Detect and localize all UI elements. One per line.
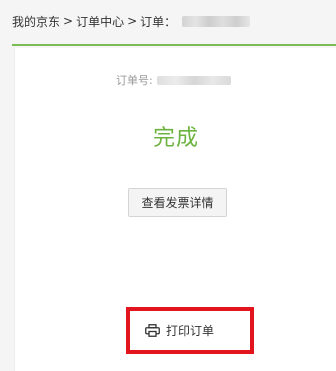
breadcrumb-separator: > — [127, 14, 138, 28]
breadcrumb-current-order-label: 订单： — [140, 14, 177, 29]
redacted-order-id — [182, 15, 251, 27]
breadcrumb-my-jd-link[interactable]: 我的京东 — [12, 13, 60, 30]
order-status-text: 完成 — [152, 126, 199, 151]
breadcrumb: 我的京东 > 订单中心 > 订单： — [12, 11, 251, 31]
header-divider — [12, 44, 336, 46]
printer-icon — [145, 324, 160, 337]
breadcrumb-separator: > — [63, 14, 74, 28]
redacted-order-number — [156, 75, 231, 85]
print-order-highlight-box: 打印订单 — [126, 307, 254, 354]
view-invoice-button[interactable]: 查看发票详情 — [128, 188, 227, 217]
order-number-row: 订单号: — [116, 72, 231, 88]
order-number-label: 订单号: — [116, 74, 153, 87]
breadcrumb-order-center-link[interactable]: 订单中心 — [76, 13, 124, 30]
print-order-link[interactable]: 打印订单 — [145, 322, 214, 339]
print-order-label: 打印订单 — [166, 324, 215, 338]
order-status-panel: 订单号: 完成 查看发票详情 打印订单 — [14, 48, 336, 371]
